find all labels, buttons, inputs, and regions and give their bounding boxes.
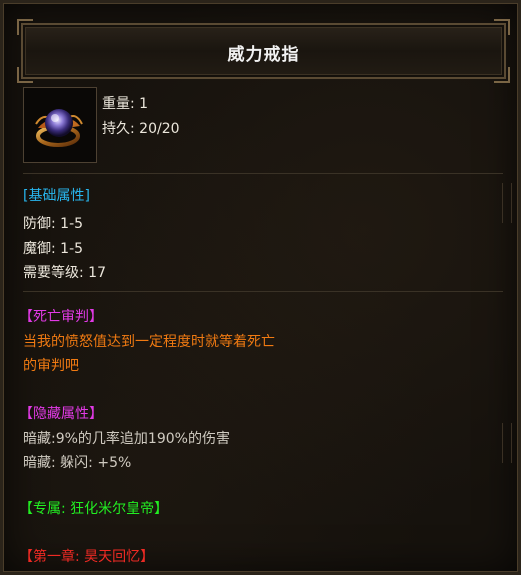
corner-ornament	[17, 19, 33, 35]
exclusive-label: 【专属: 狂化米尔皇帝】	[19, 501, 169, 517]
divider	[23, 173, 503, 174]
durability-stat: 持久: 20/20	[102, 121, 180, 137]
ring-icon	[35, 109, 83, 147]
chapter-label: 【第一章: 昊天回忆】	[19, 549, 155, 565]
magic-defense-stat: 魔御: 1-5	[23, 241, 84, 257]
corner-ornament	[494, 67, 510, 83]
divider	[23, 291, 503, 292]
required-level-stat: 需要等级: 17	[23, 265, 106, 281]
item-name: 威力戒指	[227, 45, 300, 65]
item-icon-slot[interactable]	[23, 87, 97, 163]
frame-ornament	[502, 423, 512, 463]
basic-attributes-header: [基础属性]	[23, 188, 90, 204]
corner-ornament	[17, 67, 33, 83]
defense-stat: 防御: 1-5	[23, 216, 84, 232]
frame-ornament	[502, 183, 512, 223]
death-judgment-header: 【死亡审判】	[19, 309, 103, 325]
item-tooltip: 威力戒指 重量: 1 持久: 20/20 [基础属性] 防御: 1-5 魔御: …	[0, 0, 521, 575]
hidden-attribute-1: 暗藏:9%的几率追加190%的伤害	[23, 431, 230, 447]
death-judgment-text-line2: 的审判吧	[23, 358, 79, 374]
weight-stat: 重量: 1	[102, 96, 149, 112]
corner-ornament	[494, 19, 510, 35]
hidden-attributes-header: 【隐藏属性】	[19, 406, 103, 422]
hidden-attribute-2: 暗藏: 躲闪: +5%	[23, 455, 132, 471]
death-judgment-text-line1: 当我的愤怒值达到一定程度时就等着死亡	[23, 334, 275, 350]
title-bar: 威力戒指	[17, 19, 510, 83]
